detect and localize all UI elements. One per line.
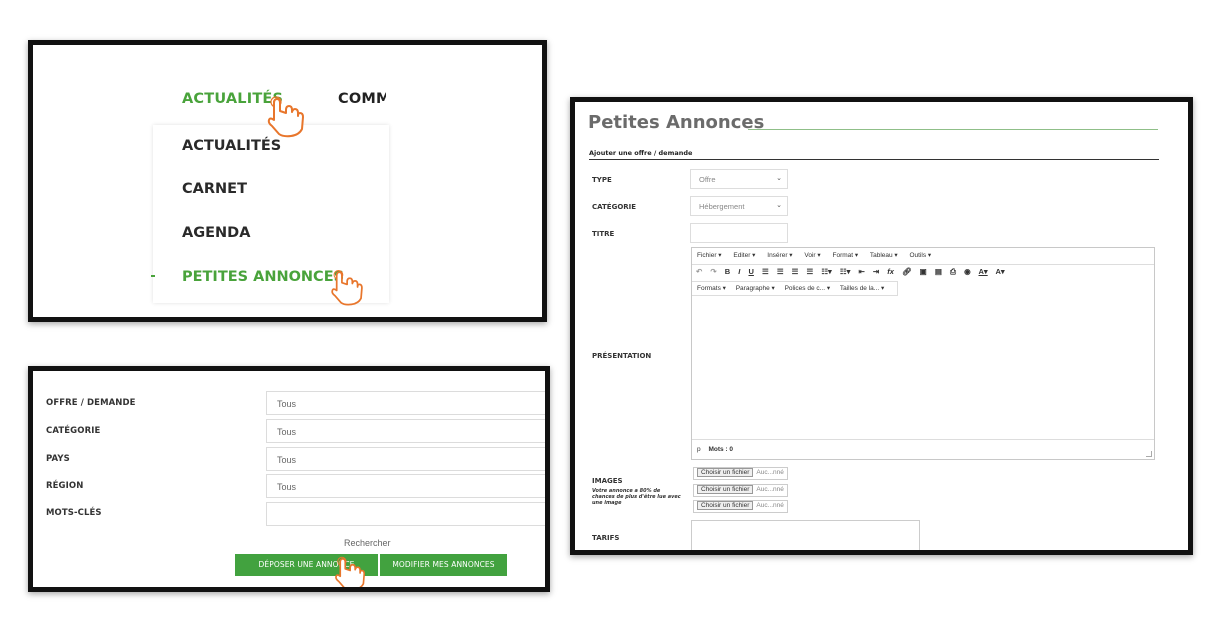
editor-menu-format[interactable]: Format ▾ bbox=[832, 252, 858, 259]
align-left-icon[interactable]: ☰ bbox=[762, 267, 769, 276]
text-color-icon[interactable]: A▾ bbox=[979, 267, 988, 276]
hand-cursor-icon bbox=[335, 556, 366, 587]
file-input[interactable]: Choisir un fichier Auc...nné bbox=[693, 500, 788, 513]
link-icon[interactable]: 🔗︎ bbox=[902, 267, 912, 276]
redo-icon[interactable]: ↷ bbox=[710, 267, 716, 276]
file-name: Auc...nné bbox=[756, 486, 784, 493]
field-label-titre: TITRE bbox=[592, 230, 615, 238]
choose-file-button[interactable]: Choisir un fichier bbox=[697, 468, 754, 477]
editor-path: p bbox=[697, 446, 701, 453]
field-label-category: CATÉGORIE bbox=[592, 203, 637, 211]
print-icon[interactable]: ⎙ bbox=[950, 267, 956, 276]
field-label-images: IMAGES bbox=[592, 477, 623, 485]
field-label-tarifs: TARIFS bbox=[592, 534, 620, 542]
search-form-panel: OFFRE / DEMANDE Tous CATÉGORIE Tous PAYS… bbox=[28, 366, 550, 592]
align-right-icon[interactable]: ☰ bbox=[792, 267, 799, 276]
numbered-list-icon[interactable]: ☷▾ bbox=[840, 267, 851, 276]
editor-menu-editer[interactable]: Editer ▾ bbox=[733, 252, 755, 259]
field-label-type: TYPE bbox=[592, 176, 612, 184]
field-label-categorie: CATÉGORIE bbox=[46, 426, 101, 436]
file-name: Auc...nné bbox=[756, 469, 784, 476]
field-label-region: RÉGION bbox=[46, 481, 84, 491]
editor-menu-outils[interactable]: Outils ▾ bbox=[910, 252, 932, 259]
resize-handle-icon[interactable] bbox=[1146, 451, 1152, 457]
title-divider bbox=[748, 129, 1158, 130]
bullet-list-icon[interactable]: ☷▾ bbox=[821, 267, 832, 276]
hand-cursor-icon bbox=[331, 269, 363, 306]
underline-icon[interactable]: U bbox=[748, 267, 753, 276]
image-icon[interactable]: ▣ bbox=[920, 267, 927, 276]
dropdown-item-carnet[interactable]: CARNET bbox=[182, 181, 247, 197]
menu-screenshot-panel: ACTUALITÉS COMM ACTUALITÉS CARNET AGENDA… bbox=[28, 40, 547, 322]
editor-toolbar: ↶ ↷ B I U ☰ ☰ ☰ ☰ ☷▾ ☷▾ ⇤ ⇥ fx 🔗︎ ▣ ▤ ⎙ … bbox=[692, 264, 1154, 280]
editor-paragraph-dropdown[interactable]: Paragraphe ▾ bbox=[736, 285, 775, 292]
menu-accent-mark bbox=[151, 275, 155, 277]
field-label-pays: PAYS bbox=[46, 454, 70, 464]
type-select-value: Offre bbox=[699, 175, 716, 184]
subtitle-divider bbox=[589, 159, 1159, 160]
choose-file-button[interactable]: Choisir un fichier bbox=[697, 501, 754, 510]
hand-cursor-icon bbox=[267, 96, 304, 138]
editor-menu-tableau[interactable]: Tableau ▾ bbox=[870, 252, 898, 259]
keywords-input[interactable] bbox=[266, 502, 545, 526]
form-subtitle: Ajouter une offre / demande bbox=[589, 149, 693, 157]
file-input[interactable]: Choisir un fichier Auc...nné bbox=[693, 467, 788, 480]
ad-form-panel: Petites Annonces Ajouter une offre / dem… bbox=[570, 97, 1193, 555]
editor-menu-voir[interactable]: Voir ▾ bbox=[804, 252, 820, 259]
editor-menu-inserer[interactable]: Insérer ▾ bbox=[767, 252, 792, 259]
editor-menubar: Fichier ▾ Editer ▾ Insérer ▾ Voir ▾ Form… bbox=[692, 248, 1154, 263]
media-icon[interactable]: ▤ bbox=[935, 267, 942, 276]
word-count: Mots : 0 bbox=[708, 446, 733, 453]
category-select[interactable]: Hébergement ⌄ bbox=[690, 196, 788, 216]
rich-text-editor[interactable]: Fichier ▾ Editer ▾ Insérer ▾ Voir ▾ Form… bbox=[691, 247, 1155, 460]
indent-icon[interactable]: ⇥ bbox=[873, 267, 879, 276]
editor-statusbar: p Mots : 0 bbox=[692, 439, 1154, 459]
type-select[interactable]: Offre ⌄ bbox=[690, 169, 788, 189]
italic-icon[interactable]: I bbox=[738, 267, 740, 276]
file-input[interactable]: Choisir un fichier Auc...nné bbox=[693, 484, 788, 497]
dropdown-item-petites-annonces[interactable]: PETITES ANNONCES bbox=[182, 269, 344, 285]
dropdown-item-agenda[interactable]: AGENDA bbox=[182, 225, 250, 241]
editor-formats-dropdown[interactable]: Formats ▾ bbox=[697, 285, 726, 292]
editor-menu-fichier[interactable]: Fichier ▾ bbox=[697, 252, 722, 259]
select-pays[interactable]: Tous bbox=[266, 447, 545, 471]
formula-icon[interactable]: fx bbox=[887, 267, 894, 276]
page-title: Petites Annonces bbox=[588, 112, 765, 133]
modify-ads-button[interactable]: MODIFIER MES ANNONCES bbox=[380, 554, 507, 576]
field-label-offre-demande: OFFRE / DEMANDE bbox=[46, 398, 136, 408]
bold-icon[interactable]: B bbox=[725, 267, 730, 276]
select-region[interactable]: Tous bbox=[266, 474, 545, 498]
dropdown-item-actualites[interactable]: ACTUALITÉS bbox=[182, 138, 281, 154]
chevron-down-icon: ⌄ bbox=[776, 175, 782, 182]
field-label-presentation: PRÉSENTATION bbox=[592, 352, 652, 360]
background-color-icon[interactable]: A▾ bbox=[996, 267, 1005, 276]
editor-font-dropdown[interactable]: Polices de c... ▾ bbox=[785, 285, 831, 292]
align-justify-icon[interactable]: ☰ bbox=[806, 267, 813, 276]
outdent-icon[interactable]: ⇤ bbox=[859, 267, 865, 276]
field-label-mots-cles: MOTS-CLÉS bbox=[46, 508, 102, 518]
undo-icon[interactable]: ↶ bbox=[696, 267, 702, 276]
preview-icon[interactable]: ◉ bbox=[964, 267, 971, 276]
category-select-value: Hébergement bbox=[699, 202, 745, 211]
nav-item-comm[interactable]: COMM bbox=[338, 91, 386, 107]
file-name: Auc...nné bbox=[756, 502, 784, 509]
search-link[interactable]: Rechercher bbox=[344, 538, 391, 548]
titre-input[interactable] bbox=[690, 223, 788, 243]
align-center-icon[interactable]: ☰ bbox=[777, 267, 784, 276]
choose-file-button[interactable]: Choisir un fichier bbox=[697, 485, 754, 494]
editor-size-dropdown[interactable]: Tailles de la... ▾ bbox=[840, 285, 884, 292]
select-offre-demande[interactable]: Tous bbox=[266, 391, 545, 415]
chevron-down-icon: ⌄ bbox=[776, 202, 782, 209]
select-categorie[interactable]: Tous bbox=[266, 419, 545, 443]
editor-format-toolbar: Formats ▾ Paragraphe ▾ Polices de c... ▾… bbox=[692, 281, 899, 296]
images-hint: Votre annonce a 80% de chances de plus d… bbox=[592, 488, 681, 506]
tarifs-textarea[interactable] bbox=[691, 520, 920, 550]
